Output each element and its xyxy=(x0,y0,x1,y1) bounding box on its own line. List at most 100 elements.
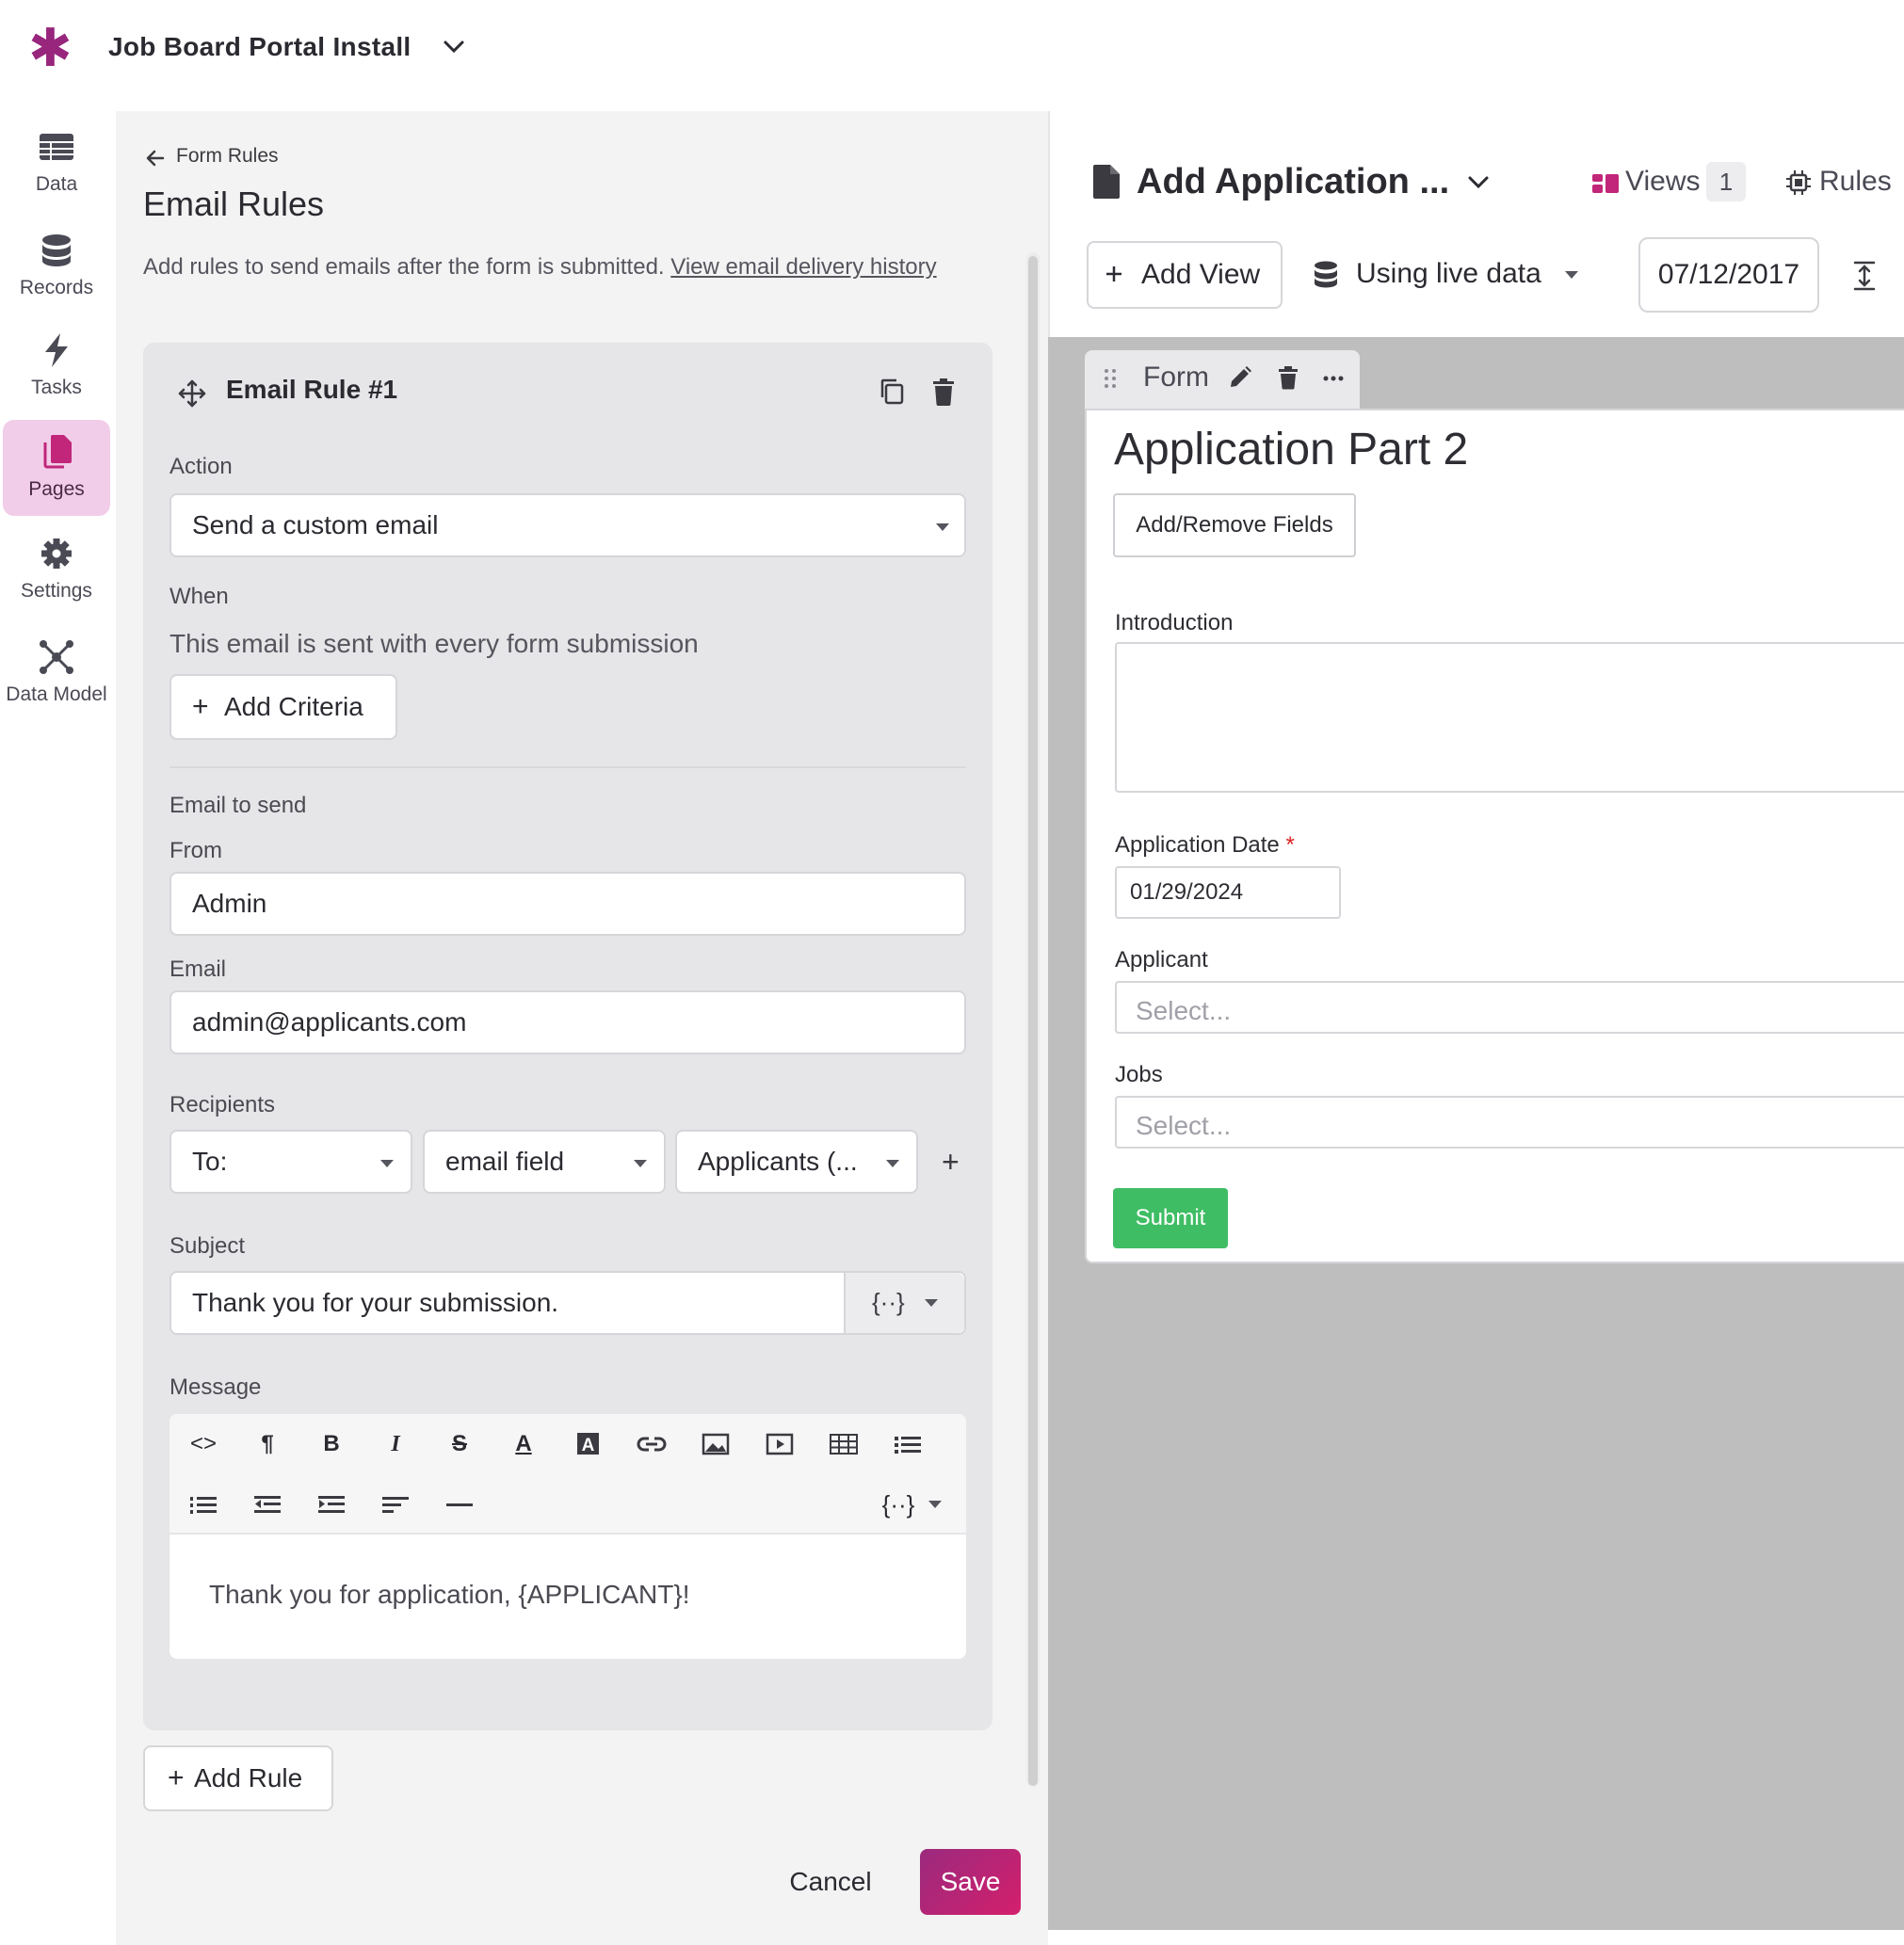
nav-item-label: Data xyxy=(35,173,78,195)
subject-value: Thank you for your submission. xyxy=(192,1288,559,1317)
duplicate-icon[interactable] xyxy=(878,377,906,407)
italic-icon[interactable]: I xyxy=(375,1425,416,1463)
application-date-input[interactable]: 01/29/2024 xyxy=(1115,866,1341,919)
move-handle-icon[interactable] xyxy=(177,378,207,409)
gear-icon xyxy=(36,535,77,572)
chip-icon[interactable] xyxy=(1785,169,1812,196)
introduction-label: Introduction xyxy=(1115,610,1234,635)
message-label: Message xyxy=(169,1374,262,1400)
outdent-icon[interactable] xyxy=(247,1486,288,1523)
application-date-label-text: Application Date xyxy=(1115,832,1280,858)
recipient-field-select[interactable]: Applicants (... xyxy=(675,1130,918,1194)
paragraph-icon[interactable]: ¶ xyxy=(247,1425,288,1463)
nav-item-pages[interactable]: Pages xyxy=(3,420,110,516)
form-tab-label: Form xyxy=(1143,362,1209,393)
scrollbar-thumb[interactable] xyxy=(1028,256,1038,1786)
code-view-icon[interactable]: <> xyxy=(183,1425,224,1463)
when-text: This email is sent with every form submi… xyxy=(169,629,699,658)
recipient-source-value: email field xyxy=(445,1147,565,1176)
recipient-source-select[interactable]: email field xyxy=(423,1130,666,1194)
email-input[interactable] xyxy=(169,990,966,1054)
recipient-type-select[interactable]: To: xyxy=(169,1130,412,1194)
back-to-form-rules-link[interactable]: Form Rules xyxy=(176,145,279,168)
expand-vertical-icon[interactable] xyxy=(1851,260,1878,292)
svg-text:A: A xyxy=(582,1436,595,1455)
align-left-icon[interactable] xyxy=(375,1486,416,1523)
bold-icon[interactable]: B xyxy=(311,1425,352,1463)
message-text[interactable]: Thank you for application, {APPLICANT}! xyxy=(209,1580,690,1610)
horizontal-rule-icon[interactable] xyxy=(439,1486,480,1523)
nav-item-settings[interactable]: Settings xyxy=(3,522,110,618)
chevron-down-icon[interactable] xyxy=(441,34,467,60)
strikethrough-icon[interactable]: S xyxy=(439,1425,480,1463)
cancel-button[interactable]: Cancel xyxy=(772,1849,889,1915)
introduction-textarea[interactable] xyxy=(1115,642,1904,793)
chevron-down-icon[interactable] xyxy=(1465,169,1492,196)
nav-item-label: Pages xyxy=(28,478,85,500)
app-title[interactable]: Job Board Portal Install xyxy=(108,32,411,62)
save-button[interactable]: Save xyxy=(920,1849,1021,1915)
video-icon[interactable] xyxy=(759,1425,800,1463)
caret-down-icon xyxy=(886,1160,899,1167)
applicant-select[interactable]: Select... xyxy=(1115,981,1904,1034)
plus-icon: + xyxy=(192,691,209,722)
action-select-value: Send a custom email xyxy=(192,510,439,539)
nav-item-data-model[interactable]: Data Model xyxy=(3,625,110,721)
table-icon[interactable] xyxy=(823,1425,864,1463)
subject-variable-picker[interactable]: {··} xyxy=(844,1273,964,1333)
email-delivery-history-link[interactable]: View email delivery history xyxy=(670,254,936,280)
plus-icon xyxy=(1104,264,1124,284)
page-title[interactable]: Add Application ... xyxy=(1137,162,1449,202)
caret-down-icon[interactable] xyxy=(1565,271,1578,279)
add-criteria-button[interactable]: + Add Criteria xyxy=(169,674,397,740)
add-rule-button[interactable]: + Add Rule xyxy=(143,1745,333,1811)
caret-down-icon xyxy=(634,1160,647,1167)
insert-variable-icon[interactable]: {··} xyxy=(878,1486,919,1523)
recipient-type-value: To: xyxy=(192,1147,228,1176)
nav-item-data[interactable]: Data xyxy=(3,115,110,211)
numbered-list-icon[interactable] xyxy=(183,1486,224,1523)
nav-item-records[interactable]: Records xyxy=(3,218,110,314)
nav-item-tasks[interactable]: Tasks xyxy=(3,318,110,414)
highlight-color-icon[interactable]: A xyxy=(567,1425,608,1463)
add-remove-fields-button[interactable]: Add/Remove Fields xyxy=(1113,493,1356,557)
submit-button[interactable]: Submit xyxy=(1113,1188,1228,1248)
caret-down-icon xyxy=(380,1160,394,1167)
nav-item-label: Settings xyxy=(21,580,92,602)
pages-icon xyxy=(36,433,77,471)
add-rule-label: Add Rule xyxy=(194,1763,303,1792)
image-icon[interactable] xyxy=(695,1425,736,1463)
trash-icon[interactable] xyxy=(1277,365,1299,390)
brand-logo-icon[interactable]: ✱ xyxy=(28,22,73,74)
form-view-tab[interactable] xyxy=(1085,350,1360,409)
from-input[interactable] xyxy=(169,872,966,936)
bullet-list-icon[interactable] xyxy=(887,1425,928,1463)
link-icon[interactable] xyxy=(631,1425,672,1463)
arrow-left-icon[interactable] xyxy=(144,148,167,169)
indent-icon[interactable] xyxy=(311,1486,352,1523)
pencil-icon[interactable] xyxy=(1228,365,1252,390)
caret-down-icon[interactable] xyxy=(928,1501,942,1508)
views-count-badge: 1 xyxy=(1706,162,1746,201)
database-icon xyxy=(1313,260,1339,290)
caret-down-icon xyxy=(925,1299,938,1307)
add-recipient-plus-icon[interactable]: + xyxy=(942,1147,960,1177)
views-icon[interactable] xyxy=(1591,173,1620,194)
font-color-icon[interactable]: A xyxy=(503,1425,544,1463)
divider xyxy=(169,766,966,768)
trash-icon[interactable] xyxy=(930,377,957,407)
preview-date-picker[interactable]: 07/12/2017 xyxy=(1638,237,1819,313)
description-text: Add rules to send emails after the form … xyxy=(143,254,665,280)
jobs-select[interactable]: Select... xyxy=(1115,1096,1904,1149)
drag-handle-icon[interactable] xyxy=(1104,367,1117,390)
live-data-toggle[interactable]: Using live data xyxy=(1356,258,1541,290)
rules-label[interactable]: Rules xyxy=(1819,166,1892,198)
views-label[interactable]: Views xyxy=(1625,166,1700,198)
jobs-label: Jobs xyxy=(1115,1062,1163,1087)
more-options-icon[interactable] xyxy=(1322,375,1345,382)
action-select[interactable]: Send a custom email xyxy=(169,493,966,557)
panel-description: Add rules to send emails after the form … xyxy=(143,250,953,284)
nav-item-label: Data Model xyxy=(6,683,107,705)
action-label: Action xyxy=(169,454,233,479)
rule-title: Email Rule #1 xyxy=(226,375,398,404)
